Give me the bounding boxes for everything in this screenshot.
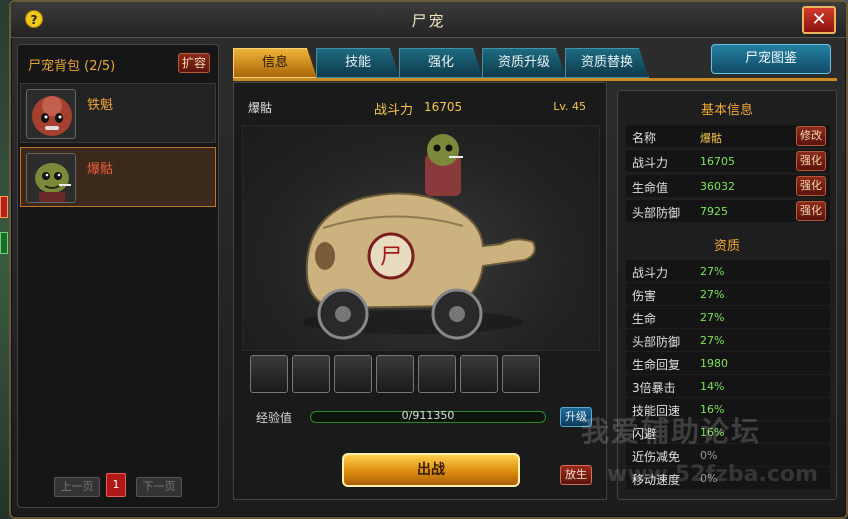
info-label: 生命值: [632, 181, 669, 195]
info-label: 战斗力: [632, 156, 669, 170]
info-label: 头部防御: [632, 206, 681, 220]
close-icon: ✕: [811, 9, 827, 30]
expand-button[interactable]: 扩容: [178, 53, 210, 73]
info-row-name: 名称 爆骷 修改: [626, 125, 830, 147]
info-value: 16705: [700, 155, 735, 168]
info-row-hp: 生命值 36032 强化: [626, 175, 830, 197]
pet-level: Lv. 45: [553, 100, 586, 113]
pet-detail-panel: 爆骷 战斗力 16705 Lv. 45 尸 经验值 0/911350 升级 出战…: [233, 82, 607, 500]
aptitude-value: 27%: [700, 334, 725, 347]
watermark: 我爱辅助论坛: [581, 415, 762, 448]
aptitude-value: 14%: [700, 380, 725, 393]
info-value: 爆骷: [700, 132, 722, 145]
pet-window: ? 尸宠 ✕ 尸宠背包 (2/5) 扩容 铁魁 爆骷 上一页 1 下一页 信息 …: [9, 0, 848, 519]
close-button[interactable]: ✕: [802, 6, 836, 34]
power-value: 16705: [424, 100, 463, 114]
window-title: 尸宠: [411, 12, 446, 30]
pet-model-illustration: 尸: [303, 134, 536, 340]
bag-header: 尸宠背包 (2/5): [28, 59, 116, 74]
aptitude-row: 战斗力 27%: [626, 260, 830, 282]
info-label: 名称: [632, 131, 657, 145]
aptitude-label: 伤害: [632, 289, 657, 303]
watermark-url: www.52fzba.com: [607, 462, 818, 487]
aptitude-row: 3倍暴击 14%: [626, 375, 830, 397]
aptitude-row: 伤害 27%: [626, 283, 830, 305]
skill-bar: [242, 355, 542, 397]
skill-slot-icon[interactable]: [292, 355, 330, 393]
pet-bag-panel: 尸宠背包 (2/5) 扩容 铁魁 爆骷 上一页 1 下一页: [17, 44, 219, 508]
aptitude-value: 27%: [700, 265, 725, 278]
svg-text:尸: 尸: [380, 245, 402, 270]
prev-page-button[interactable]: 上一页: [54, 477, 100, 497]
page-number: 1: [106, 473, 126, 497]
aptitude-label: 生命: [632, 312, 657, 326]
pet-detail-name: 爆骷: [248, 101, 273, 115]
info-row-power: 战斗力 16705 强化: [626, 150, 830, 172]
aptitude-label: 生命回复: [632, 358, 681, 372]
tab-aptitude-upgrade[interactable]: 资质升级: [482, 48, 566, 78]
skill-slot-icon[interactable]: [250, 355, 288, 393]
pet-name: 铁魁: [87, 98, 114, 113]
skill-slot-icon[interactable]: [502, 355, 540, 393]
aptitude-row: 生命 27%: [626, 306, 830, 328]
release-button[interactable]: 放生: [560, 465, 592, 485]
tab-aptitude-replace[interactable]: 资质替换: [565, 48, 649, 78]
rename-button[interactable]: 修改: [796, 126, 826, 146]
exp-label: 经验值: [256, 411, 293, 425]
tab-bar-divider: [233, 78, 837, 81]
pet-avatar: [26, 89, 76, 139]
pet-codex-button[interactable]: 尸宠图鉴: [711, 44, 831, 74]
tab-info[interactable]: 信息: [233, 48, 317, 78]
aptitude-value: 27%: [700, 311, 725, 324]
skill-slot-icon[interactable]: [376, 355, 414, 393]
side-edge-tab[interactable]: [0, 232, 8, 254]
exp-value: 0/911350: [401, 409, 455, 422]
info-row-head-defense: 头部防御 7925 强化: [626, 200, 830, 222]
pet-name: 爆骷: [87, 162, 114, 177]
tab-enhance[interactable]: 强化: [399, 48, 483, 78]
power-label: 战斗力: [374, 103, 414, 118]
skill-slot-icon[interactable]: [418, 355, 456, 393]
enhance-defense-button[interactable]: 强化: [796, 201, 826, 221]
aptitude-value: 0%: [700, 449, 718, 462]
aptitude-label: 战斗力: [632, 266, 669, 280]
tab-skills[interactable]: 技能: [316, 48, 400, 78]
aptitude-row: 头部防御 27%: [626, 329, 830, 351]
skill-slot-icon[interactable]: [460, 355, 498, 393]
info-value: 7925: [700, 205, 728, 218]
skill-slot-icon[interactable]: [334, 355, 372, 393]
aptitude-label: 3倍暴击: [632, 381, 676, 395]
info-value: 36032: [700, 180, 735, 193]
next-page-button[interactable]: 下一页: [136, 477, 182, 497]
pet-list-item-selected[interactable]: 爆骷: [20, 147, 216, 207]
aptitude-row: 生命回复 1980: [626, 352, 830, 374]
aptitude-label: 头部防御: [632, 335, 681, 349]
side-edge-tab[interactable]: [0, 196, 8, 218]
pet-model-view[interactable]: 尸: [242, 125, 600, 351]
enhance-hp-button[interactable]: 强化: [796, 176, 826, 196]
pager: 上一页 1 下一页: [18, 473, 218, 499]
aptitude-value: 1980: [700, 357, 728, 370]
enhance-power-button[interactable]: 强化: [796, 151, 826, 171]
deploy-button[interactable]: 出战: [342, 453, 520, 487]
aptitude-title: 资质: [713, 239, 740, 254]
pet-avatar: [26, 153, 76, 203]
title-bar: ? 尸宠 ✕: [11, 2, 846, 38]
basic-info-title: 基本信息: [700, 103, 753, 118]
pet-list-item[interactable]: 铁魁: [20, 83, 216, 143]
aptitude-value: 27%: [700, 288, 725, 301]
